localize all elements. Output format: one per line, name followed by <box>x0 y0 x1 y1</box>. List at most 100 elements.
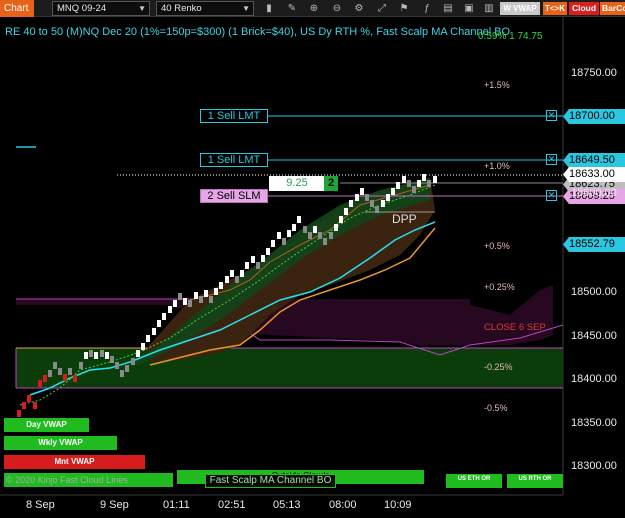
properties-icon[interactable]: ⚙ <box>352 2 366 15</box>
renko-brick <box>375 206 379 213</box>
x-axis-label: 8 Sep <box>26 499 55 511</box>
snapshot-icon[interactable]: ▣ <box>462 2 476 15</box>
renko-brick <box>152 328 156 335</box>
renko-brick <box>349 200 353 207</box>
renko-brick <box>417 180 421 187</box>
y-axis-label: 18500.00 <box>571 286 617 298</box>
day-vwap-button[interactable]: Day VWAP <box>4 418 89 432</box>
renko-brick <box>183 298 187 305</box>
renko-brick <box>173 300 177 307</box>
percent-label: +1.0% <box>484 161 510 171</box>
renko-brick <box>105 352 109 359</box>
renko-brick <box>323 238 327 245</box>
renko-brick <box>225 276 229 283</box>
renko-brick <box>209 296 213 303</box>
pan-icon[interactable]: ⤢ <box>375 2 389 15</box>
renko-brick <box>68 368 72 375</box>
close-icon[interactable]: ✕ <box>546 190 557 201</box>
renko-brick <box>141 343 145 350</box>
y-axis-label: 18400.00 <box>571 373 617 385</box>
renko-brick <box>27 395 31 402</box>
renko-brick <box>84 352 88 359</box>
renko-brick <box>360 188 364 195</box>
renko-brick <box>433 176 437 183</box>
sell-stop-limit-order[interactable]: 2 Sell SLM <box>200 189 268 203</box>
renko-brick <box>168 306 172 313</box>
renko-brick <box>412 186 416 193</box>
fast-scalp-button[interactable]: Fast Scalp MA Channel BO <box>205 474 336 488</box>
sell-limit-price-tag-1: 18700.00 <box>563 109 625 124</box>
order-quantity-field[interactable]: 9.25 <box>269 176 325 191</box>
renko-brick <box>17 410 21 417</box>
chart-trader-icon[interactable]: ▤ <box>441 2 455 15</box>
renko-brick <box>339 216 343 223</box>
renko-brick <box>303 226 307 233</box>
renko-brick <box>79 362 83 369</box>
renko-brick <box>261 255 265 262</box>
green-cloud-zone <box>16 348 563 388</box>
renko-brick <box>125 365 129 372</box>
renko-brick <box>48 370 52 377</box>
renko-brick <box>381 200 385 207</box>
bar-type-selector[interactable]: 40 Renko ▼ <box>156 1 254 16</box>
renko-brick <box>266 248 270 255</box>
monthly-vwap-button[interactable]: Mnt VWAP <box>4 455 145 469</box>
data-box-icon[interactable]: ▥ <box>482 2 496 15</box>
x-axis-label: 01:11 <box>163 499 190 511</box>
percent-label: -0.5% <box>484 403 508 413</box>
renko-brick <box>235 276 239 283</box>
weekly-vwap-button[interactable]: Wkly VWAP <box>4 436 117 450</box>
renko-brick <box>89 350 93 357</box>
strategies-icon[interactable]: ⚑ <box>397 2 411 15</box>
chart-style-icon[interactable]: ▮ <box>262 2 276 15</box>
close-icon[interactable]: ✕ <box>546 154 557 165</box>
renko-brick <box>230 270 234 277</box>
y-axis-label: 18750.00 <box>571 67 617 79</box>
renko-brick <box>407 180 411 187</box>
order-quantity-badge[interactable]: 2 <box>324 176 338 191</box>
instrument-selector[interactable]: MNQ 09-24 ▼ <box>52 1 150 16</box>
renko-brick <box>344 208 348 215</box>
renko-brick <box>271 240 275 247</box>
indicators-icon[interactable]: ƒ <box>420 2 434 15</box>
rth-or-button[interactable]: US RTH OR <box>507 474 563 488</box>
channel-price-tag: 18552.79 <box>563 237 625 252</box>
renko-brick <box>391 188 395 195</box>
bar-type-value: 40 Renko <box>161 3 202 14</box>
renko-brick <box>131 358 135 365</box>
close-label: CLOSE 6 SEP <box>484 322 546 333</box>
y-axis-label: 18350.00 <box>571 417 617 429</box>
bar-color-toggle-button[interactable]: BarCo <box>600 2 625 15</box>
renko-brick <box>282 238 286 245</box>
close-icon[interactable]: ✕ <box>546 110 557 121</box>
tk-toggle-button[interactable]: T<>K <box>543 2 567 15</box>
kinjo-copyright: © 2020 Kinjo Fast Cloud Lines <box>6 475 128 485</box>
toolbar: Chart MNQ 09-24 ▼ 40 Renko ▼ ▮ ✎ ⊕ ⊖ ⚙ ⤢… <box>0 0 625 17</box>
renko-brick <box>318 232 322 239</box>
x-axis-label: 9 Sep <box>100 499 129 511</box>
renko-brick <box>313 226 317 233</box>
chevron-down-icon: ▼ <box>242 4 250 13</box>
zoom-in-icon[interactable]: ⊕ <box>307 2 321 15</box>
y-axis-label: 18600.00 <box>571 187 617 199</box>
sell-limit-order-2[interactable]: 1 Sell LMT <box>200 153 268 167</box>
renko-brick <box>53 362 57 369</box>
title-price-readout: 0.59% 1 74.75 <box>478 31 543 42</box>
renko-brick <box>162 313 166 320</box>
y-axis-label: 18300.00 <box>571 460 617 472</box>
zoom-out-icon[interactable]: ⊖ <box>330 2 344 15</box>
w-vwap-toggle-button[interactable]: W VWAP <box>500 2 540 15</box>
renko-brick <box>422 174 426 181</box>
sell-limit-order-1[interactable]: 1 Sell LMT <box>200 109 268 123</box>
percent-label: +0.5% <box>484 241 510 251</box>
renko-brick <box>22 402 26 409</box>
renko-brick <box>120 370 124 377</box>
renko-brick <box>188 300 192 307</box>
eth-or-button[interactable]: US ETH OR <box>446 474 502 488</box>
renko-brick <box>110 356 114 363</box>
cloud-toggle-button[interactable]: Cloud <box>569 2 599 15</box>
draw-tool-icon[interactable]: ✎ <box>285 2 299 15</box>
renko-brick <box>214 288 218 295</box>
renko-brick <box>370 200 374 207</box>
chart-menu-button[interactable]: Chart <box>0 0 34 17</box>
